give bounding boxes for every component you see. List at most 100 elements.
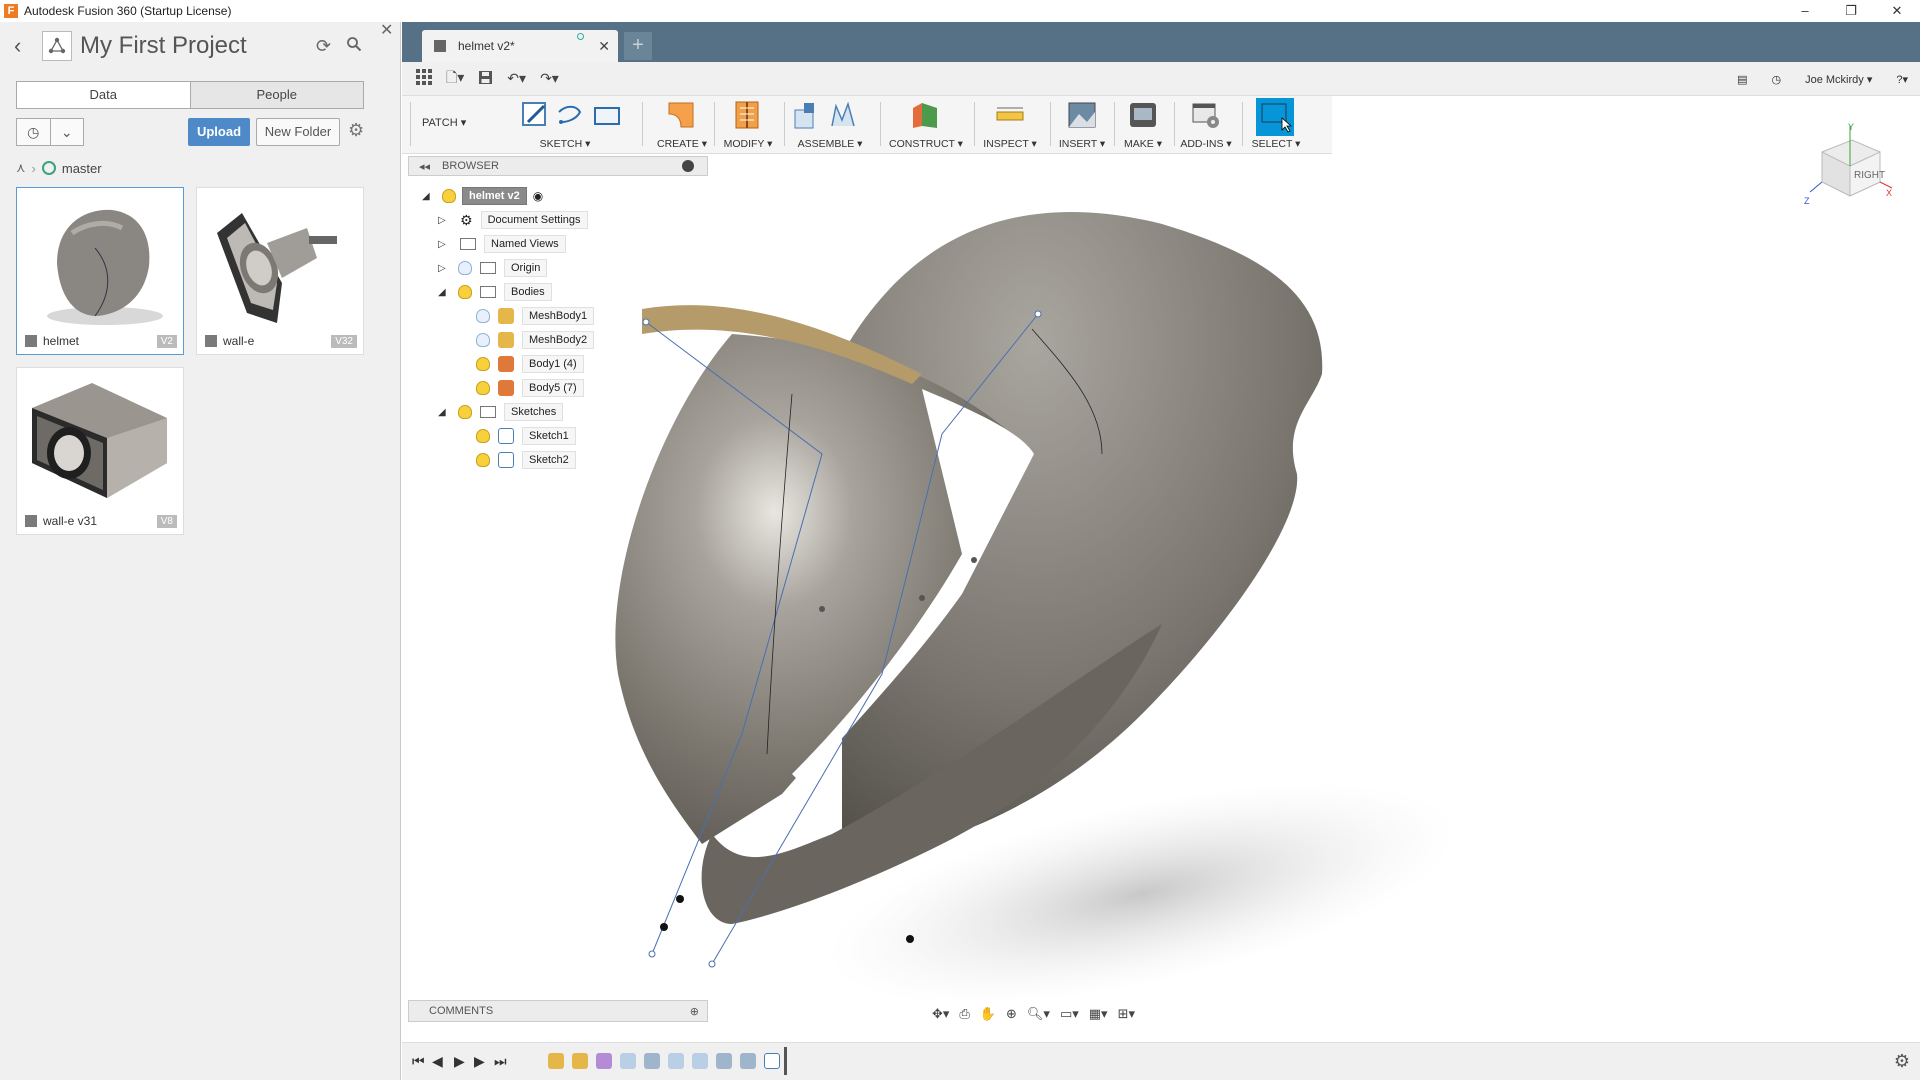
ribbon-group-assemble[interactable]: ASSEMBLE ▾ — [792, 98, 868, 152]
user-menu[interactable]: Joe Mckirdy ▾ — [1805, 73, 1872, 86]
tree-item-origin[interactable]: ▷ Origin — [438, 256, 548, 280]
hub-icon[interactable]: ⋏ — [16, 160, 26, 176]
new-component-icon[interactable] — [792, 100, 822, 130]
timeline-mesh-feature-icon[interactable] — [548, 1053, 564, 1069]
ribbon-group-add-ins[interactable]: ADD-INS ▾ — [1178, 98, 1234, 152]
visibility-bulb-icon[interactable] — [476, 309, 490, 323]
step-back-icon[interactable]: ◀ — [432, 1053, 443, 1070]
visibility-bulb-icon[interactable] — [458, 261, 472, 275]
timeline-project-feature-icon[interactable] — [644, 1053, 660, 1069]
tree-item-body1[interactable]: Body1 (4) — [470, 352, 584, 376]
back-arrow-icon[interactable]: ‹ — [14, 33, 34, 59]
new-folder-button[interactable]: New Folder — [256, 118, 340, 146]
close-panel-icon[interactable]: ✕ — [380, 20, 393, 40]
create-sketch-icon[interactable] — [520, 100, 550, 130]
visibility-bulb-icon[interactable] — [476, 453, 490, 467]
visibility-bulb-icon[interactable] — [442, 189, 456, 203]
timeline-form-feature-icon[interactable] — [596, 1053, 612, 1069]
help-icon[interactable]: ?▾ — [1896, 73, 1908, 86]
refresh-icon[interactable]: ⟳ — [316, 36, 331, 57]
breadcrumb-branch[interactable]: master — [62, 161, 102, 176]
timeline-settings-gear-icon[interactable]: ⚙ — [1894, 1051, 1910, 1072]
save-icon[interactable] — [478, 70, 493, 88]
visibility-bulb-icon[interactable] — [476, 357, 490, 371]
gear-icon[interactable]: ⚙ — [348, 120, 364, 141]
clock-icon[interactable]: ◷ — [1771, 73, 1781, 86]
upload-button[interactable]: Upload — [188, 118, 250, 146]
file-tile-wall-e[interactable]: wall-e V32 — [196, 187, 364, 355]
ribbon-group-construct[interactable]: CONSTRUCT ▾ — [886, 98, 966, 152]
job-status-icon[interactable]: ▤ — [1737, 73, 1747, 86]
sketch-point[interactable] — [708, 960, 716, 968]
tree-item-bodies[interactable]: ◢ Bodies — [438, 280, 552, 304]
step-forward-icon[interactable]: ▶ — [474, 1053, 485, 1070]
tab-data[interactable]: Data — [17, 82, 190, 108]
browser-header[interactable]: ◂◂ BROWSER — [408, 156, 708, 176]
view-cube[interactable]: RIGHT Y X Z — [1804, 122, 1894, 212]
collapsed-triangle-icon[interactable]: ▷ — [438, 263, 452, 274]
tree-item-document-settings[interactable]: ▷ ⚙ Document Settings — [438, 208, 588, 232]
go-to-start-icon[interactable]: ⏮ — [412, 1053, 425, 1070]
file-menu-icon[interactable]: 🗋▾ — [446, 67, 464, 91]
timeline-sketch-feature-icon[interactable] — [764, 1053, 780, 1069]
sketch-point[interactable] — [906, 935, 914, 943]
joint-icon[interactable] — [828, 100, 858, 130]
display-settings-icon[interactable]: ▭▾ — [1060, 1006, 1079, 1022]
orbit-icon[interactable]: ✥▾ — [932, 1006, 949, 1022]
sketch-point[interactable] — [648, 950, 656, 958]
timeline-surface-feature-icon[interactable] — [620, 1053, 636, 1069]
expanded-triangle-icon[interactable]: ◢ — [438, 287, 452, 298]
restore-button[interactable]: ❐ — [1828, 0, 1874, 22]
collapse-browser-icon[interactable]: ◂◂ — [419, 160, 430, 173]
timeline-surface-feature-icon[interactable] — [668, 1053, 684, 1069]
zoom-icon[interactable]: ⊕ — [1006, 1006, 1017, 1022]
modify-icon[interactable] — [732, 100, 762, 130]
tree-item-sketches[interactable]: ◢ Sketches — [438, 400, 564, 424]
ribbon-group-insert[interactable]: INSERT ▾ — [1054, 98, 1110, 152]
construct-plane-icon[interactable] — [910, 100, 940, 130]
file-tile-helmet[interactable]: helmet V2 — [16, 187, 184, 355]
minimize-browser-icon[interactable] — [682, 160, 694, 172]
timeline-marker[interactable] — [784, 1047, 787, 1075]
control-point[interactable] — [819, 606, 825, 612]
select-icon[interactable] — [1256, 98, 1294, 136]
visibility-bulb-icon[interactable] — [458, 405, 472, 419]
version-history-dropdown[interactable]: ◷ ⌄ — [16, 118, 84, 146]
new-tab-button[interactable]: + — [624, 32, 652, 60]
tree-item-sketch1[interactable]: Sketch1 — [470, 424, 576, 448]
comments-panel[interactable]: COMMENTS ⊕ — [408, 1000, 708, 1022]
tree-item-meshbody1[interactable]: MeshBody1 — [470, 304, 595, 328]
ribbon-group-modify[interactable]: MODIFY ▾ — [720, 98, 776, 152]
sketch-point[interactable] — [1034, 310, 1042, 318]
go-to-end-icon[interactable]: ⏭ — [494, 1053, 507, 1070]
tree-root-label[interactable]: helmet v2 — [462, 187, 527, 205]
document-tab[interactable]: helmet v2* ✕ — [422, 30, 618, 62]
activate-radio-icon[interactable]: ◉ — [533, 189, 543, 203]
insert-image-icon[interactable] — [1067, 100, 1097, 130]
chevron-down-icon[interactable]: ⌄ — [49, 119, 84, 145]
visibility-bulb-icon[interactable] — [476, 333, 490, 347]
measure-icon[interactable] — [995, 100, 1025, 130]
tab-people[interactable]: People — [189, 82, 363, 108]
fit-icon[interactable]: 🔍︎▾ — [1027, 1006, 1050, 1022]
control-point[interactable] — [919, 595, 925, 601]
grid-icon[interactable]: ▦▾ — [1089, 1006, 1108, 1022]
project-hub-icon[interactable] — [42, 31, 72, 61]
timeline-project-feature-icon[interactable] — [716, 1053, 732, 1069]
ribbon-group-make[interactable]: MAKE ▾ — [1118, 98, 1168, 152]
tree-root[interactable]: ◢ helmet v2 ◉ — [422, 184, 543, 208]
minimize-button[interactable]: – — [1782, 0, 1828, 22]
close-button[interactable]: ✕ — [1874, 0, 1920, 22]
3d-print-icon[interactable] — [1128, 100, 1158, 130]
add-comment-icon[interactable]: ⊕ — [690, 1005, 699, 1018]
ribbon-group-inspect[interactable]: INSPECT ▾ — [980, 98, 1040, 152]
history-icon[interactable]: ◷ — [17, 119, 50, 145]
search-icon[interactable] — [346, 36, 362, 57]
create-surface-icon[interactable] — [666, 100, 696, 130]
sketch-point[interactable] — [676, 895, 684, 903]
ribbon-group-select[interactable]: SELECT ▾ — [1248, 98, 1304, 152]
file-tile-wall-e-v31[interactable]: wall-e v31 V8 — [16, 367, 184, 535]
collapsed-triangle-icon[interactable]: ▷ — [438, 239, 452, 250]
collapsed-triangle-icon[interactable]: ▷ — [438, 215, 452, 226]
close-tab-icon[interactable]: ✕ — [598, 38, 610, 55]
